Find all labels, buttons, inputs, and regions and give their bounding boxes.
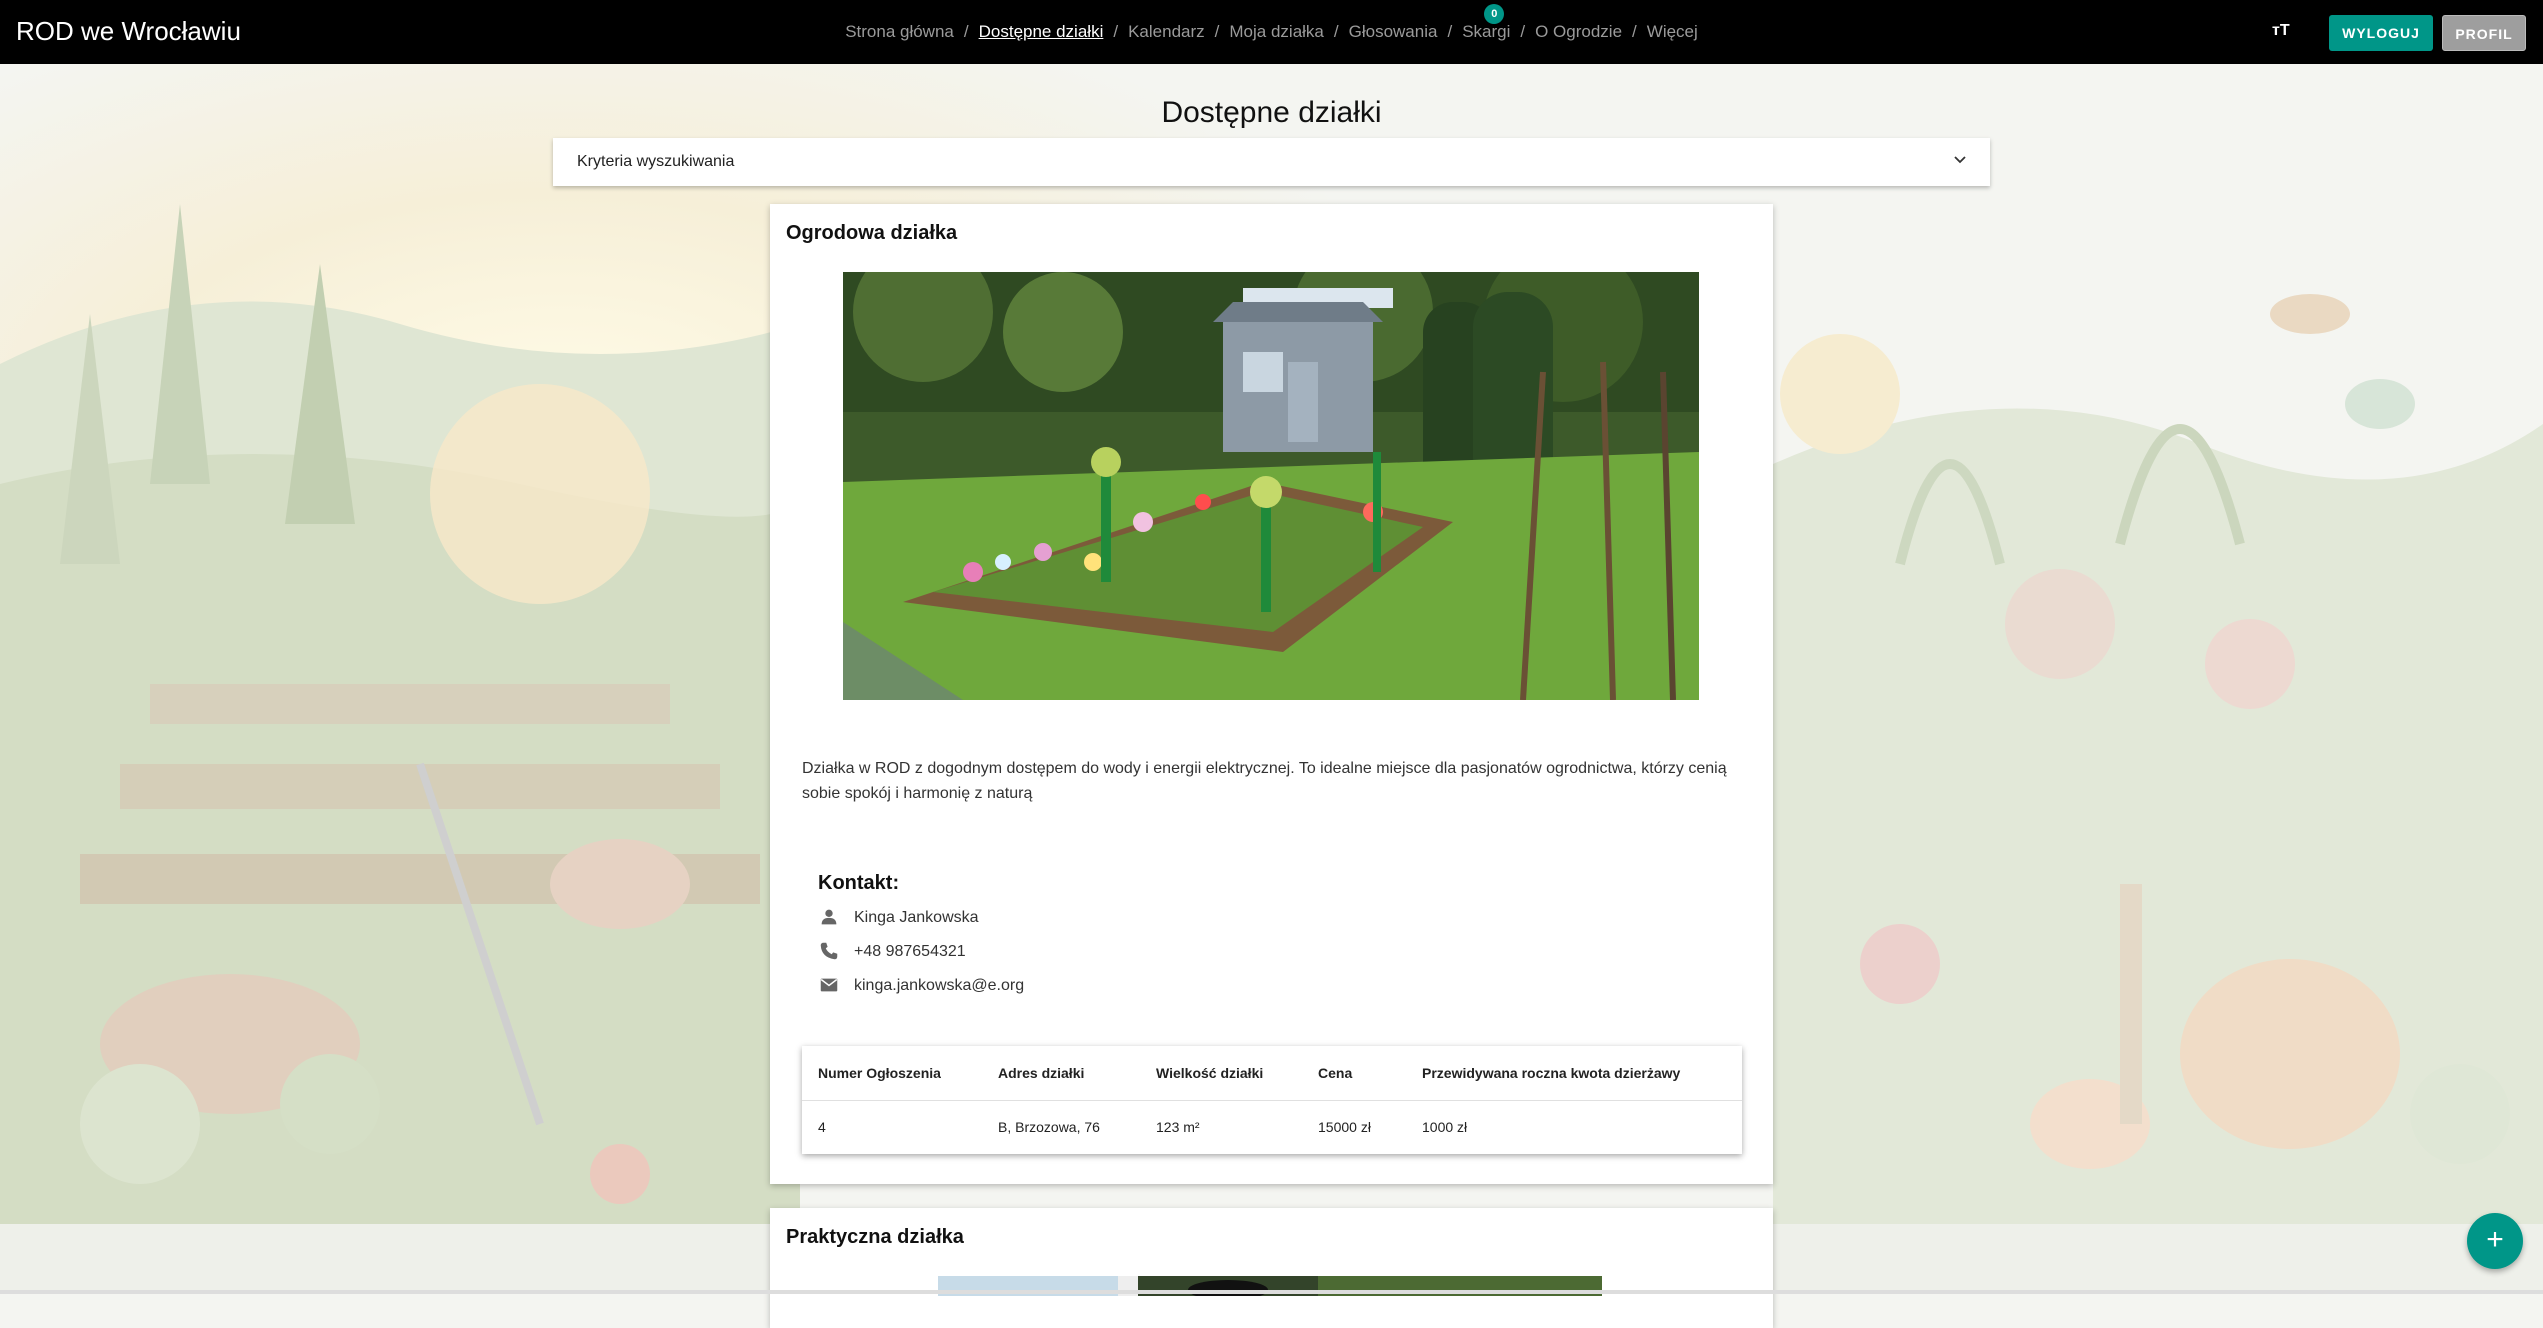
nav-item-my-plot[interactable]: Moja działka [1229, 22, 1324, 41]
profile-button[interactable]: PROFIL [2442, 15, 2526, 51]
search-criteria-expander[interactable]: Kryteria wyszukiwania [553, 138, 1990, 186]
chevron-down-icon[interactable] [1952, 152, 1968, 168]
listing-card: Ogrodowa działka Działka w ROD z dogodny… [770, 204, 1773, 1184]
contact-name: Kinga Jankowska [854, 909, 979, 926]
complaints-count-badge: 0 [1484, 4, 1505, 24]
table-cell: 4 [818, 1119, 826, 1135]
nav-item-about-garden[interactable]: O Ogrodzie [1535, 22, 1622, 41]
add-listing-button[interactable]: + [2467, 1213, 2523, 1269]
listing-photo [843, 272, 1699, 700]
listing-details-table: Numer Ogłoszenia Adres działki Wielkość … [802, 1046, 1742, 1154]
nav-item-calendar[interactable]: Kalendarz [1128, 22, 1205, 41]
horizontal-scrollbar[interactable] [0, 1290, 2543, 1294]
phone-icon [820, 942, 838, 960]
nav-separator: / [1447, 22, 1453, 41]
app-title[interactable]: ROD we Wrocławiu [16, 16, 241, 47]
table-cell: B, Brzozowa, 76 [998, 1119, 1100, 1135]
top-navigation-bar: ROD we Wrocławiu Strona główna / Dostępne … [0, 0, 2543, 64]
nav-item-available-plots[interactable]: Dostępne działki [979, 22, 1104, 41]
listing-title: Praktyczna działka [786, 1226, 964, 1248]
contact-heading: Kontakt: [818, 872, 900, 894]
email-icon [820, 978, 838, 992]
table-cell: 15000 zł [1318, 1119, 1371, 1135]
table-cell: 123 m² [1156, 1119, 1200, 1135]
nav-separator: / [963, 22, 969, 41]
nav-item-home[interactable]: Strona główna [845, 22, 954, 41]
column-header: Numer Ogłoszenia [818, 1065, 941, 1081]
listing-title: Ogrodowa działka [786, 222, 958, 244]
column-header: Cena [1318, 1065, 1353, 1081]
column-header: Adres działki [998, 1065, 1085, 1081]
listing-description: Działka w ROD z dogodnym dostępem do wod… [802, 760, 1727, 802]
nav-item-votes[interactable]: Głosowania [1349, 22, 1438, 41]
table-header-row: Numer Ogłoszenia Adres działki Wielkość … [802, 1046, 1742, 1101]
nav-item-more[interactable]: Więcej [1647, 22, 1698, 41]
person-icon [821, 909, 837, 925]
page-title: Dostępne działki [1161, 96, 1382, 129]
nav-separator: / [1333, 22, 1339, 41]
nav-item-complaints[interactable]: Skargi [1462, 22, 1510, 41]
nav-separator: / [1632, 22, 1637, 41]
nav-separator: / [1214, 22, 1220, 41]
column-header: Wielkość działki [1156, 1065, 1264, 1081]
column-header: Przewidywana roczna kwota dzierżawy [1422, 1065, 1681, 1081]
contact-phone[interactable]: +48 987654321 [854, 943, 966, 961]
logout-button[interactable]: WYLOGUJ [2329, 15, 2433, 51]
contact-email[interactable]: kinga.jankowska@e.org [854, 977, 1024, 995]
text-size-icon[interactable]: ᴛT [2272, 22, 2290, 40]
nav-separator: / [1520, 22, 1526, 41]
table-cell: 1000 zł [1422, 1119, 1468, 1135]
nav-item-complaints-wrapper: Skargi 0 [1462, 4, 1510, 42]
listing-card: Praktyczna działka [770, 1208, 1773, 1328]
table-row: 4 B, Brzozowa, 76 123 m² 15000 zł 1000 z… [802, 1100, 1742, 1154]
nav-separator: / [1113, 22, 1119, 41]
search-criteria-label: Kryteria wyszukiwania [577, 153, 735, 170]
main-nav: Strona główna / Dostępne działki / Kalendarz… [0, 4, 2543, 42]
